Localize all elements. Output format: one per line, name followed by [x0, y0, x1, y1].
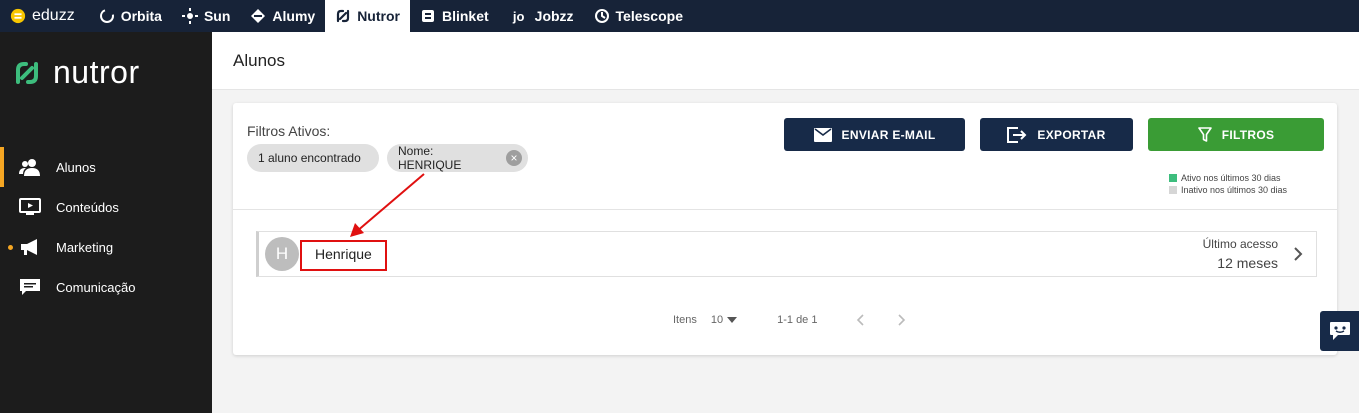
student-name: Henrique: [315, 246, 372, 262]
eduzz-logo-icon: [10, 8, 26, 24]
remove-filter-icon[interactable]: ×: [506, 150, 522, 166]
prev-page-icon[interactable]: [853, 313, 867, 327]
megaphone-icon: [18, 237, 42, 257]
alumy-icon: [250, 8, 266, 24]
monitor-icon: [18, 197, 42, 217]
app-label: Jobzz: [534, 8, 574, 24]
items-per-page-value: 10: [710, 314, 724, 326]
users-icon: [18, 157, 42, 177]
page-range: 1-1 de 1: [777, 314, 818, 326]
result-count-chip: 1 aluno encontrado: [247, 144, 379, 172]
sidebar-item-conteudos[interactable]: Conteúdos: [0, 187, 212, 227]
nutror-logo-icon: [16, 61, 38, 84]
app-alumy[interactable]: Alumy: [240, 0, 325, 32]
app-eduzz[interactable]: eduzz: [0, 0, 89, 32]
funnel-icon: [1197, 126, 1212, 142]
sidebar-item-label: Alunos: [56, 159, 96, 175]
brand-name: nutror: [53, 54, 140, 90]
next-page-icon[interactable]: [895, 313, 909, 327]
blinket-icon: [420, 8, 436, 24]
export-label: EXPORTAR: [1037, 127, 1106, 142]
result-count-text: 1 aluno encontrado: [258, 151, 361, 165]
legend-inactive-label: Inativo nos últimos 30 dias: [1181, 185, 1288, 195]
brand-logo[interactable]: nutror: [13, 54, 140, 91]
filters-button[interactable]: FILTROS: [1148, 118, 1324, 151]
legend-active: Ativo nos últimos 30 dias: [1169, 172, 1287, 184]
name-filter-chip: Nome: HENRIQUE ×: [387, 144, 528, 172]
app-orbita[interactable]: Orbita: [89, 0, 172, 32]
orbita-icon: [99, 8, 115, 24]
export-button[interactable]: EXPORTAR: [980, 118, 1133, 151]
chat-bot-icon: [1329, 322, 1350, 340]
sidebar-item-comunicacao[interactable]: Comunicação: [0, 267, 212, 307]
legend-active-swatch: [1169, 174, 1177, 182]
app-label: Alumy: [272, 8, 316, 24]
app-label: eduzz: [32, 7, 75, 24]
app-label: Orbita: [120, 8, 162, 24]
app-nutror[interactable]: Nutror: [325, 0, 410, 32]
caret-down-icon: [727, 317, 738, 323]
send-email-button[interactable]: ENVIAR E-MAIL: [784, 118, 965, 151]
sidebar-item-alunos[interactable]: Alunos: [0, 147, 212, 187]
activity-legend: Ativo nos últimos 30 dias Inativo nos úl…: [1169, 172, 1287, 196]
pagination: Itens 10 1-1 de 1: [673, 313, 909, 327]
app-switcher-bar: eduzz Orbita Sun Alumy Nutror Blinket jo…: [0, 0, 1359, 32]
app-label: Nutror: [357, 8, 400, 24]
avatar: H: [265, 237, 299, 271]
items-per-page-select[interactable]: 10: [710, 314, 738, 326]
app-label: Sun: [203, 8, 231, 24]
items-per-page-label: Itens: [673, 314, 697, 326]
app-blinket[interactable]: Blinket: [410, 0, 499, 32]
nutror-icon: [335, 8, 351, 24]
students-card: Filtros Ativos: 1 aluno encontrado Nome:…: [233, 103, 1337, 355]
last-access-value: 12 meses: [1217, 255, 1278, 271]
legend-active-label: Ativo nos últimos 30 dias: [1181, 173, 1281, 183]
active-filters-label: Filtros Ativos:: [247, 123, 331, 139]
chevron-right-icon[interactable]: [1290, 245, 1306, 263]
legend-inactive: Inativo nos últimos 30 dias: [1169, 184, 1287, 196]
sidebar-item-label: Comunicação: [56, 279, 136, 295]
sidebar-nav: Alunos Conteúdos Marketing Comunicação: [0, 147, 212, 307]
envelope-icon: [813, 127, 832, 142]
sidebar-item-marketing[interactable]: Marketing: [0, 227, 212, 267]
sidebar-item-label: Marketing: [56, 239, 114, 255]
app-sun[interactable]: Sun: [172, 0, 240, 32]
card-divider: [233, 209, 1337, 210]
export-icon: [1007, 126, 1027, 143]
last-access-label: Último acesso: [1202, 237, 1278, 251]
app-telescope[interactable]: Telescope: [584, 0, 693, 32]
send-email-label: ENVIAR E-MAIL: [841, 127, 936, 142]
sun-icon: [181, 8, 198, 24]
page-header: Alunos: [212, 32, 1359, 90]
app-label: Blinket: [441, 8, 489, 24]
page-title: Alunos: [233, 51, 285, 70]
app-label: Telescope: [615, 8, 683, 24]
filters-label: FILTROS: [1221, 127, 1275, 142]
sidebar: nutror Alunos Conteúdos Marketing Comuni…: [0, 32, 212, 413]
sidebar-item-label: Conteúdos: [56, 199, 119, 215]
main-content: Alunos Filtros Ativos: 1 aluno encontrad…: [212, 32, 1359, 413]
support-chat-button[interactable]: [1320, 311, 1359, 351]
legend-inactive-swatch: [1169, 186, 1177, 194]
telescope-icon: [594, 8, 610, 24]
app-jobzz[interactable]: jo Jobzz: [499, 0, 584, 32]
name-filter-text: Nome: HENRIQUE: [398, 144, 462, 172]
jobzz-icon: jo: [512, 8, 525, 24]
chat-icon: [18, 277, 42, 297]
notification-dot: [8, 245, 13, 250]
student-row[interactable]: H Henrique Último acesso 12 meses: [256, 231, 1317, 277]
